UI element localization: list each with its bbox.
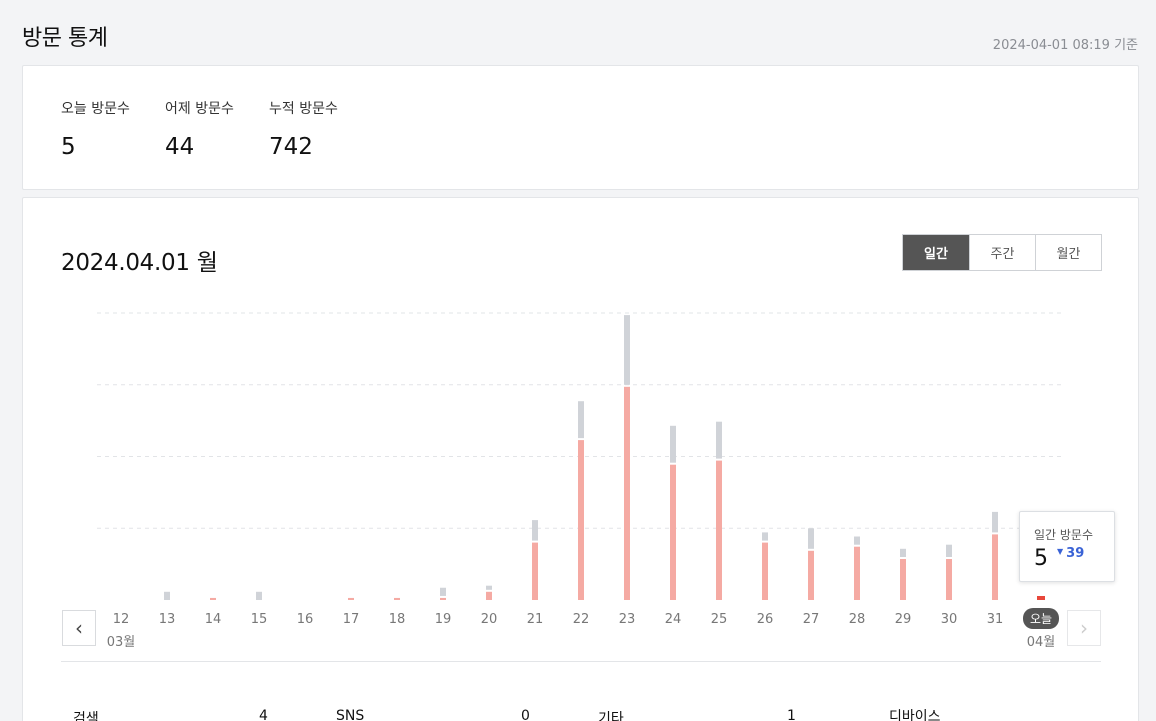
stat-yesterday: 어제 방문수 44 bbox=[165, 98, 234, 160]
stat-yesterday-label: 어제 방문수 bbox=[165, 101, 234, 117]
tick-label: 20 bbox=[481, 612, 498, 627]
chevron-right-icon: › bbox=[1080, 616, 1088, 640]
tick-label: 13 bbox=[159, 612, 176, 627]
bar-segment-secondary bbox=[624, 315, 630, 385]
bar-segment-primary bbox=[624, 386, 630, 600]
sns-source-label: SNS bbox=[336, 708, 365, 721]
bar-segment-primary bbox=[440, 597, 446, 600]
tick-label: 30 bbox=[941, 612, 958, 627]
stat-total-label: 누적 방문수 bbox=[269, 101, 338, 117]
bar-segment-primary bbox=[532, 542, 538, 600]
tick-label: 28 bbox=[849, 612, 866, 627]
tick-label: 22 bbox=[573, 612, 590, 627]
tick-label: 15 bbox=[251, 612, 268, 627]
tick-label: 14 bbox=[205, 612, 222, 627]
tick-label: 18 bbox=[389, 612, 406, 627]
bar-segment-primary bbox=[348, 597, 354, 600]
bar-segment-primary bbox=[762, 542, 768, 600]
bar-segment-secondary bbox=[486, 585, 492, 590]
stat-today-value: 5 bbox=[61, 134, 76, 160]
divider bbox=[61, 661, 1101, 662]
tick-label: 23 bbox=[619, 612, 636, 627]
tick-label: 25 bbox=[711, 612, 728, 627]
bar-segment-secondary bbox=[808, 528, 814, 549]
tick-label: 19 bbox=[435, 612, 452, 627]
tick-label: 16 bbox=[297, 612, 314, 627]
summary-card: 오늘 방문수 5 어제 방문수 44 누적 방문수 742 bbox=[22, 65, 1139, 190]
search-source-label: 검색 bbox=[73, 711, 99, 721]
bar-segment-secondary bbox=[716, 421, 722, 459]
bar-segment-primary bbox=[900, 559, 906, 600]
bar-segment-secondary bbox=[164, 591, 170, 600]
bar-segment-secondary bbox=[532, 520, 538, 541]
bar-segment-primary bbox=[716, 460, 722, 600]
bar-segment-secondary bbox=[670, 425, 676, 463]
tick-label-today: 오늘 bbox=[1030, 612, 1052, 626]
tick-label: 21 bbox=[527, 612, 544, 627]
tick-label: 26 bbox=[757, 612, 774, 627]
month-label-march: 03월 bbox=[107, 635, 136, 650]
bar-segment-primary bbox=[670, 464, 676, 600]
bar-segment-primary bbox=[394, 597, 400, 600]
bar-segment-secondary bbox=[992, 511, 998, 533]
device-label: 디바이스 bbox=[889, 709, 941, 721]
month-label-april: 04월 bbox=[1027, 635, 1056, 650]
stat-today-label: 오늘 방문수 bbox=[61, 101, 130, 117]
bar-today bbox=[1037, 596, 1045, 600]
timestamp: 2024-04-01 08:19 기준 bbox=[992, 38, 1138, 53]
stat-today: 오늘 방문수 5 bbox=[61, 98, 130, 160]
bar-segment-secondary bbox=[900, 548, 906, 557]
bar-segment-secondary bbox=[854, 536, 860, 545]
bar-segment-secondary bbox=[762, 532, 768, 541]
tick-label: 12 bbox=[113, 612, 130, 627]
bar-segment-secondary bbox=[946, 544, 952, 557]
tooltip-value: 5 bbox=[1034, 546, 1048, 571]
visits-bar-chart: 12 13 14 15 16 17 18 19 20 21 22 23 24 25 26 27 28 29 30 31… bbox=[97, 312, 1063, 650]
previous-period-button[interactable]: ‹ bbox=[62, 610, 96, 646]
tooltip-delta: ▼ 39 bbox=[1057, 546, 1084, 561]
bar-segment-primary bbox=[808, 550, 814, 600]
tick-label: 17 bbox=[343, 612, 360, 627]
tick-label: 27 bbox=[803, 612, 820, 627]
bar-segment-primary bbox=[946, 559, 952, 600]
bar-segment-secondary bbox=[578, 401, 584, 439]
next-period-button[interactable]: › bbox=[1067, 610, 1101, 646]
page-title: 방문 통계 bbox=[22, 26, 108, 51]
other-source-value: 1 bbox=[787, 708, 796, 721]
tooltip-delta-value: 39 bbox=[1066, 546, 1085, 561]
chevron-left-icon: ‹ bbox=[75, 616, 83, 640]
search-source-value: 4 bbox=[259, 708, 268, 721]
tick-label: 24 bbox=[665, 612, 682, 627]
chart-card: 2024.04.01 월 일간 주간 월간 12 13 14 15 16 17 18 19 20… bbox=[22, 197, 1139, 721]
other-source-label: 기타 bbox=[598, 711, 624, 721]
bar-segment-primary bbox=[578, 440, 584, 600]
bar-segment-primary bbox=[486, 591, 492, 600]
bar-segment-secondary bbox=[256, 591, 262, 600]
tick-label: 29 bbox=[895, 612, 912, 627]
bar-segment-primary bbox=[992, 534, 998, 600]
tooltip-label: 일간 방문수 bbox=[1034, 528, 1094, 542]
stat-total: 누적 방문수 742 bbox=[269, 98, 338, 160]
bar-segment-primary bbox=[854, 546, 860, 600]
tick-label: 31 bbox=[987, 612, 1004, 627]
stat-total-value: 742 bbox=[269, 134, 313, 160]
bar-segment-primary bbox=[210, 597, 216, 600]
stat-yesterday-value: 44 bbox=[165, 134, 195, 160]
sns-source-value: 0 bbox=[521, 708, 530, 721]
chart-tooltip: 일간 방문수 5 ▼ 39 bbox=[1019, 511, 1115, 582]
caret-down-icon: ▼ bbox=[1057, 547, 1064, 556]
bar-segment-secondary bbox=[440, 587, 446, 596]
